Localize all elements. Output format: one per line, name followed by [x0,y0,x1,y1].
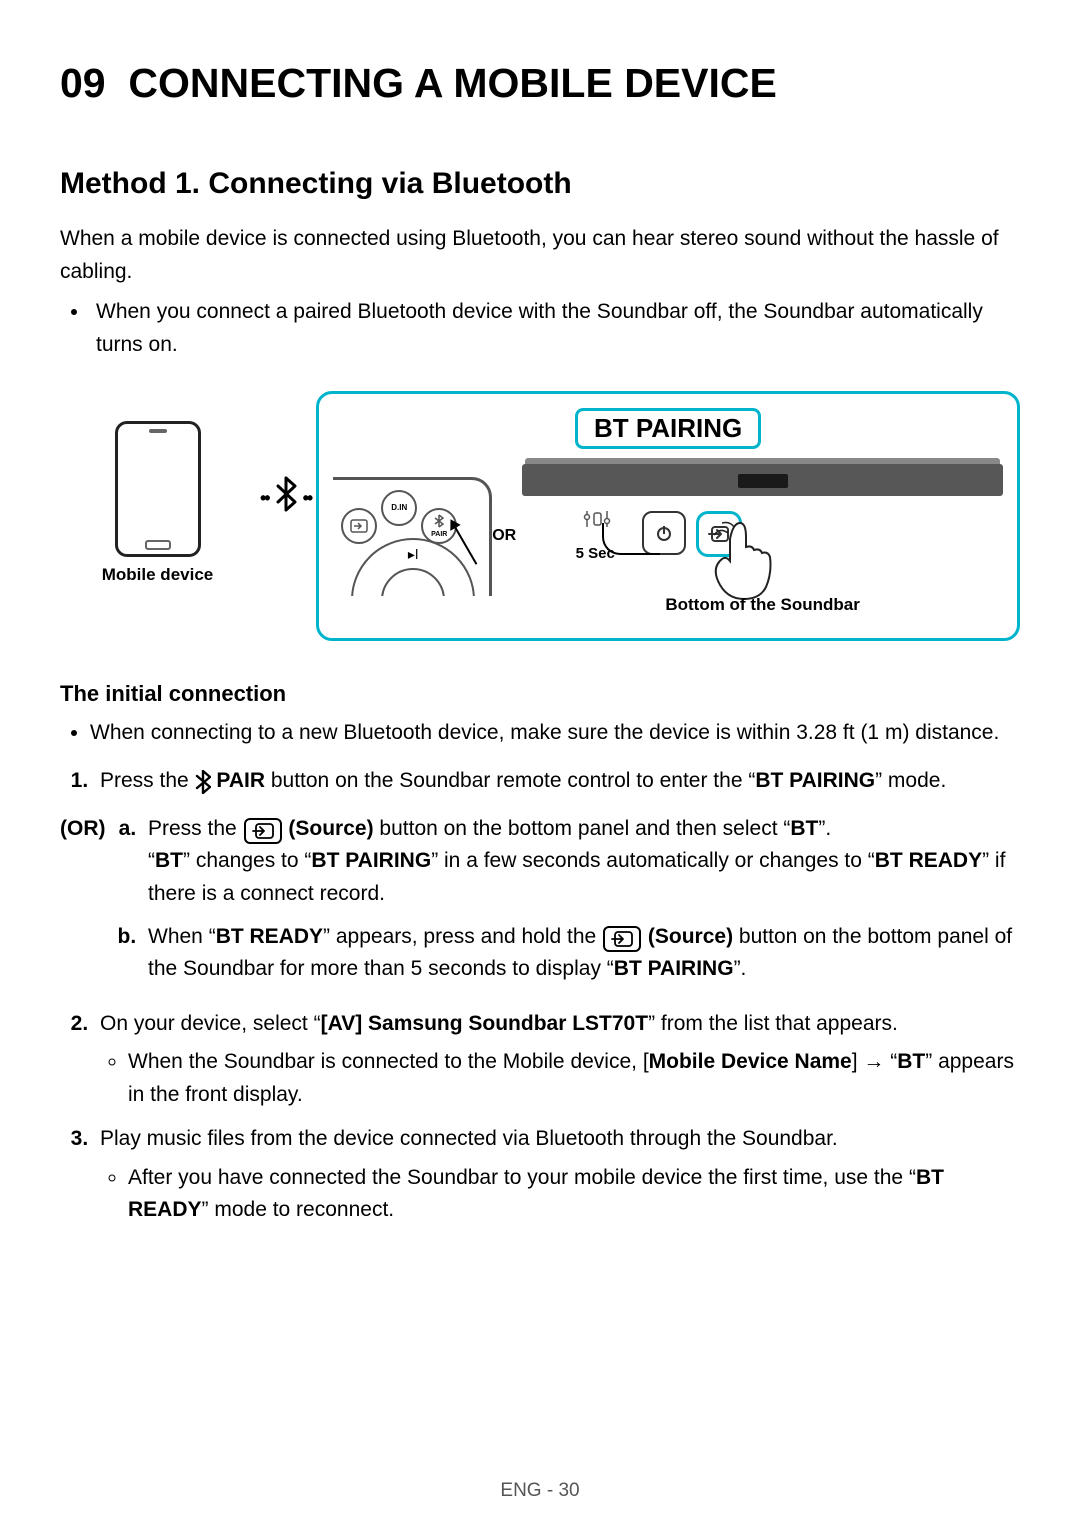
step-3: Play music files from the device connect… [94,1123,1020,1227]
soundbar-figure: 5 Sec Bottom of the Soundbar [522,461,1003,611]
initial-distance-bullet: When connecting to a new Bluetooth devic… [90,717,1020,750]
step-3-bullet: After you have connected the Soundbar to… [128,1162,1020,1227]
or-branch-label: (OR) [60,813,116,996]
phone-icon [115,421,201,557]
initial-connection-heading: The initial connection [60,681,1020,707]
page-footer: ENG - 30 [0,1480,1080,1502]
method-heading: Method 1. Connecting via Bluetooth [60,167,1020,201]
soundbar-body-icon [522,464,1003,496]
five-sec-label: 5 Sec [567,545,623,562]
bottom-of-soundbar-label: Bottom of the Soundbar [665,595,860,615]
intro-bullet: When you connect a paired Bluetooth devi… [90,296,1020,361]
intro-paragraph: When a mobile device is connected using … [60,223,1020,288]
pairing-diagram: Mobile device •• •• BT PAIRING D.IN [60,391,1020,641]
mobile-device-figure: Mobile device [60,391,255,585]
source-icon-inline [603,926,641,952]
bt-pairing-label: BT PAIRING [575,408,761,449]
or-label: OR [492,527,516,545]
source-icon-inline [244,818,282,844]
remote-din-button-icon: D.IN [381,490,417,526]
bluetooth-icon-inline [195,764,211,801]
mobile-device-label: Mobile device [60,565,255,585]
bluetooth-waves-icon: •• •• [260,391,311,521]
bluetooth-icon [275,476,297,521]
soundbar-callout: BT PAIRING D.IN PAIR [316,391,1020,641]
remote-figure: D.IN PAIR ▸ǀ [333,477,492,596]
remote-source-button-icon [341,508,377,544]
step-2-bullet: When the Soundbar is connected to the Mo… [128,1046,1020,1111]
step-2: On your device, select “[AV] Samsung Sou… [94,1008,1020,1112]
hand-press-icon [710,521,780,606]
step-1: Press the PAIR button on the Soundbar re… [94,764,1020,801]
page-title: 09 CONNECTING A MOBILE DEVICE [60,60,1020,107]
step-a: Press the (Source) button on the bottom … [142,813,1020,911]
step-b: When “BT READY” appears, press and hold … [142,921,1020,986]
